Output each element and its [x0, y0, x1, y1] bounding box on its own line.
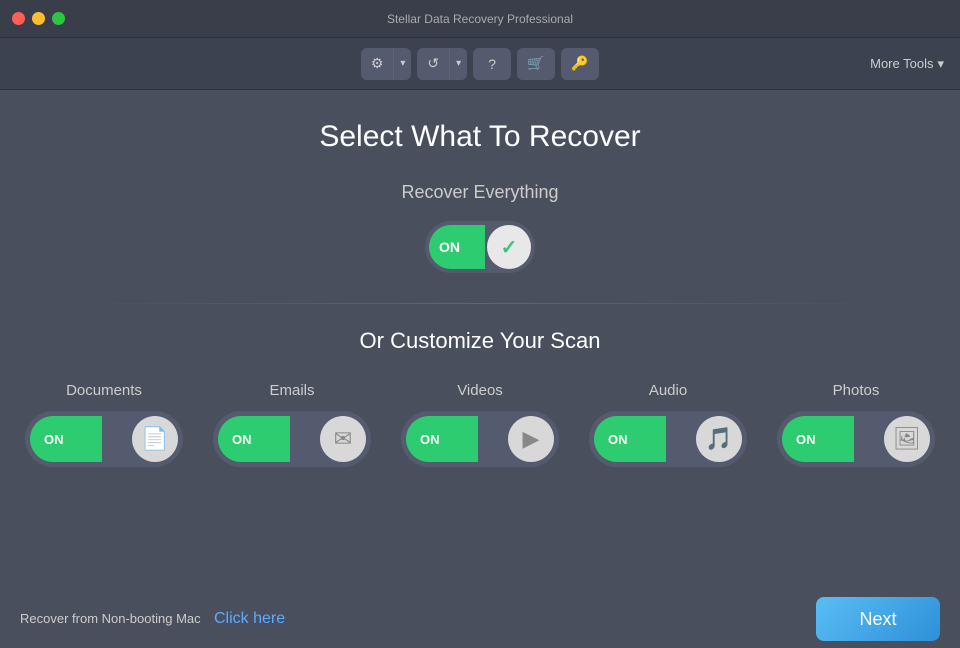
key-button[interactable]: 🔑	[561, 48, 599, 80]
history-dropdown[interactable]: ↺ ▾	[417, 48, 467, 80]
key-icon: 🔑	[571, 55, 588, 72]
customize-label: Or Customize Your Scan	[360, 328, 601, 354]
history-dropdown-arrow[interactable]: ▾	[449, 48, 467, 80]
cart-button[interactable]: 🛒	[517, 48, 555, 80]
emails-icon: ✉	[334, 426, 352, 452]
help-icon: ?	[488, 56, 496, 72]
photos-icon: 🖼	[893, 426, 921, 452]
documents-toggle-track	[30, 416, 102, 462]
page-title: Select What To Recover	[319, 120, 640, 154]
photos-toggle-on-label: ON	[796, 432, 816, 447]
checkmark-icon: ✓	[501, 235, 518, 260]
more-tools-label: More Tools	[870, 56, 933, 71]
more-tools-button[interactable]: More Tools ▾	[870, 56, 944, 72]
photos-toggle-thumb: 🖼	[884, 416, 930, 462]
audio-label: Audio	[649, 382, 687, 399]
toolbar: ⚙ ▾ ↺ ▾ ? 🛒 🔑 More Tools ▾	[0, 38, 960, 90]
titlebar: ← Stellar Data Recovery Professional	[0, 0, 960, 38]
audio-toggle-thumb: 🎵	[696, 416, 742, 462]
cart-icon: 🛒	[527, 55, 544, 72]
main-content: Select What To Recover Recover Everythin…	[0, 90, 960, 648]
emails-toggle-thumb: ✉	[320, 416, 366, 462]
documents-toggle-thumb: 📄	[132, 416, 178, 462]
photos-toggle-track	[782, 416, 854, 462]
non-booting-text: Recover from Non-booting Mac	[20, 611, 201, 626]
videos-toggle-on-label: ON	[420, 432, 440, 447]
videos-label: Videos	[457, 382, 503, 399]
audio-toggle-track	[594, 416, 666, 462]
next-button[interactable]: Next	[816, 597, 940, 641]
emails-item: Emails ON ✉	[213, 382, 371, 467]
photos-item: Photos ON 🖼	[777, 382, 935, 467]
settings-icon[interactable]: ⚙	[361, 48, 394, 80]
emails-toggle[interactable]: ON ✉	[213, 411, 371, 467]
click-here-link[interactable]: Click here	[214, 610, 285, 627]
settings-dropdown[interactable]: ⚙ ▾	[361, 48, 412, 80]
more-tools-arrow-icon: ▾	[937, 56, 944, 72]
videos-toggle[interactable]: ON ▶	[401, 411, 559, 467]
back-icon[interactable]: ←	[50, 11, 64, 27]
documents-item: Documents ON 📄	[25, 382, 183, 467]
non-booting-section: Recover from Non-booting Mac Click here	[20, 610, 285, 628]
audio-toggle[interactable]: ON 🎵	[589, 411, 747, 467]
documents-icon: 📄	[141, 426, 168, 452]
emails-label: Emails	[269, 382, 314, 399]
audio-toggle-on-label: ON	[608, 432, 628, 447]
close-button[interactable]	[12, 12, 25, 25]
documents-label: Documents	[66, 382, 142, 399]
videos-item: Videos ON ▶	[401, 382, 559, 467]
settings-dropdown-arrow[interactable]: ▾	[393, 48, 411, 80]
recover-everything-label: Recover Everything	[401, 182, 558, 203]
audio-icon: 🎵	[705, 426, 732, 452]
history-icon[interactable]: ↺	[417, 48, 449, 80]
app-title: Stellar Data Recovery Professional	[387, 12, 573, 26]
toggle-on-label: ON	[439, 239, 460, 255]
section-divider	[72, 303, 888, 304]
emails-toggle-track	[218, 416, 290, 462]
emails-toggle-on-label: ON	[232, 432, 252, 447]
videos-toggle-track	[406, 416, 478, 462]
toggle-thumb: ✓	[487, 225, 531, 269]
videos-icon: ▶	[523, 426, 540, 452]
bottom-bar: Recover from Non-booting Mac Click here …	[0, 590, 960, 648]
photos-toggle[interactable]: ON 🖼	[777, 411, 935, 467]
documents-toggle-on-label: ON	[44, 432, 64, 447]
recover-everything-toggle[interactable]: ON ✓	[425, 221, 535, 273]
photos-label: Photos	[833, 382, 880, 399]
documents-toggle[interactable]: ON 📄	[25, 411, 183, 467]
help-button[interactable]: ?	[473, 48, 511, 80]
file-types-row: Documents ON 📄 Emails ON ✉ Videos	[25, 382, 935, 467]
audio-item: Audio ON 🎵	[589, 382, 747, 467]
minimize-button[interactable]	[32, 12, 45, 25]
videos-toggle-thumb: ▶	[508, 416, 554, 462]
